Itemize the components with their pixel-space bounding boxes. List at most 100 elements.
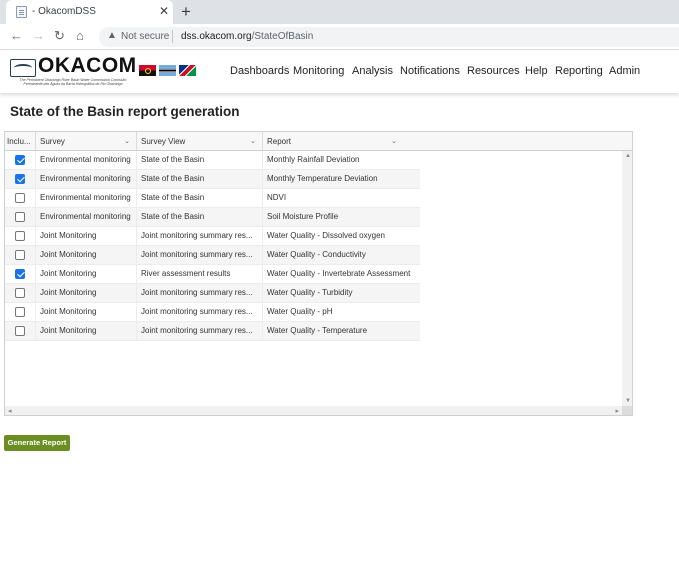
page-favicon-icon: [16, 6, 27, 18]
column-header-report[interactable]: Report ⌄: [263, 132, 403, 151]
column-header-label: Survey: [40, 137, 65, 146]
survey-view-cell: Joint monitoring summary res...: [137, 227, 263, 245]
table-row[interactable]: Environmental monitoring State of the Bas…: [5, 208, 420, 227]
table-row[interactable]: Joint Monitoring Joint monitoring summary…: [5, 284, 420, 303]
nav-help[interactable]: Help: [525, 65, 548, 77]
include-checkbox[interactable]: [15, 231, 25, 241]
grid-header: Inclu... Survey ⌄ Survey View ⌄ Report ⌄: [5, 132, 632, 151]
include-checkbox[interactable]: [15, 250, 25, 260]
angola-flag-icon: [139, 65, 156, 76]
scroll-right-icon[interactable]: ▸: [615, 407, 619, 415]
close-tab-icon[interactable]: ✕: [159, 4, 169, 18]
table-row[interactable]: Joint Monitoring Joint monitoring summary…: [5, 227, 420, 246]
nav-analysis[interactable]: Analysis: [352, 65, 393, 77]
survey-view-cell: State of the Basin: [137, 208, 263, 226]
scrollbar-corner: [622, 406, 632, 415]
report-cell: Monthly Rainfall Deviation: [267, 155, 360, 164]
column-header-include[interactable]: Inclu...: [5, 132, 36, 151]
address-bar[interactable]: ▲ Not secure dss.okacom.org/StateOfBasin: [99, 27, 679, 47]
nav-monitoring[interactable]: Monitoring: [293, 65, 344, 77]
include-cell: [5, 189, 36, 207]
site-header: OKACOM The Permanent Okavango River Basi…: [0, 51, 679, 93]
survey-view-cell: State of the Basin: [137, 189, 263, 207]
include-checkbox[interactable]: [15, 174, 25, 184]
home-icon[interactable]: ⌂: [76, 28, 84, 44]
survey-view-cell: State of the Basin: [137, 151, 263, 169]
include-checkbox[interactable]: [15, 269, 25, 279]
nav-admin[interactable]: Admin: [609, 65, 640, 77]
url-text[interactable]: dss.okacom.org/StateOfBasin: [181, 31, 313, 42]
include-cell: [5, 151, 36, 169]
include-checkbox[interactable]: [15, 212, 25, 222]
report-cell: Water Quality - Turbidity: [267, 288, 353, 297]
include-cell: [5, 227, 36, 245]
page-title: State of the Basin report generation: [10, 104, 240, 119]
scroll-up-icon[interactable]: ▲: [625, 153, 631, 159]
logo-text[interactable]: OKACOM: [38, 54, 137, 78]
survey-cell: Joint Monitoring: [36, 322, 137, 340]
include-cell: [5, 303, 36, 321]
new-tab-icon[interactable]: +: [181, 2, 191, 22]
horizontal-scrollbar[interactable]: ◂ ▸: [5, 406, 622, 415]
column-header-label: Report: [267, 137, 292, 146]
column-header-survey-view[interactable]: Survey View ⌄: [137, 132, 263, 151]
table-row[interactable]: Joint Monitoring River assessment results…: [5, 265, 420, 284]
chevron-down-icon[interactable]: ⌄: [391, 132, 397, 151]
table-row[interactable]: Joint Monitoring Joint monitoring summary…: [5, 322, 420, 341]
include-checkbox[interactable]: [15, 155, 25, 165]
table-row[interactable]: Environmental monitoring State of the Bas…: [5, 151, 420, 170]
namibia-flag-icon: [179, 65, 196, 76]
survey-cell: Environmental monitoring: [36, 189, 137, 207]
table-row[interactable]: Joint Monitoring Joint monitoring summary…: [5, 246, 420, 265]
scroll-left-icon[interactable]: ◂: [8, 407, 12, 415]
report-cell: Water Quality - Dissolved oxygen: [267, 231, 385, 240]
report-cell: Water Quality - Temperature: [267, 326, 368, 335]
nav-resources[interactable]: Resources: [467, 65, 520, 77]
include-cell: [5, 170, 36, 188]
browser-tab[interactable]: - OkacomDSS ✕: [6, 0, 173, 24]
survey-view-cell: Joint monitoring summary res...: [137, 303, 263, 321]
include-checkbox[interactable]: [15, 326, 25, 336]
table-row[interactable]: Environmental monitoring State of the Bas…: [5, 189, 420, 208]
report-cell: Water Quality - pH: [267, 307, 333, 316]
column-header-label: Inclu...: [7, 137, 31, 146]
survey-view-cell: Joint monitoring summary res...: [137, 246, 263, 264]
include-checkbox[interactable]: [15, 193, 25, 203]
okacom-logo-icon[interactable]: [10, 59, 36, 77]
include-cell: [5, 322, 36, 340]
warning-icon[interactable]: ▲: [107, 30, 117, 41]
forward-icon[interactable]: →: [32, 28, 45, 44]
survey-view-cell: Joint monitoring summary res...: [137, 284, 263, 302]
include-checkbox[interactable]: [15, 307, 25, 317]
chevron-down-icon[interactable]: ⌄: [250, 132, 256, 151]
chevron-down-icon[interactable]: ⌄: [124, 132, 130, 151]
report-cell: Water Quality - Conductivity: [267, 250, 366, 259]
grid-body: Environmental monitoring State of the Bas…: [5, 151, 420, 341]
scroll-down-icon[interactable]: ▼: [625, 398, 631, 404]
survey-view-cell: River assessment results: [137, 265, 263, 283]
tab-title: - OkacomDSS: [32, 6, 96, 17]
survey-view-cell: State of the Basin: [137, 170, 263, 188]
botswana-flag-icon: [159, 65, 176, 76]
table-row[interactable]: Joint Monitoring Joint monitoring summary…: [5, 303, 420, 322]
survey-cell: Environmental monitoring: [36, 208, 137, 226]
back-icon[interactable]: ←: [10, 28, 23, 44]
table-row[interactable]: Environmental monitoring State of the Bas…: [5, 170, 420, 189]
survey-cell: Environmental monitoring: [36, 170, 137, 188]
nav-dashboards[interactable]: Dashboards: [230, 65, 289, 77]
column-header-survey[interactable]: Survey ⌄: [36, 132, 137, 151]
survey-cell: Joint Monitoring: [36, 246, 137, 264]
browser-tab-bar: - OkacomDSS ✕ +: [0, 0, 679, 24]
nav-notifications[interactable]: Notifications: [400, 65, 460, 77]
security-label[interactable]: Not secure: [121, 31, 169, 42]
generate-report-button[interactable]: Generate Report: [4, 435, 70, 451]
reload-icon[interactable]: ↻: [54, 28, 65, 44]
report-cell: Water Quality - Invertebrate Assessment: [267, 269, 411, 278]
vertical-scrollbar[interactable]: ▲ ▼: [622, 151, 632, 406]
nav-reporting[interactable]: Reporting: [555, 65, 603, 77]
include-cell: [5, 208, 36, 226]
include-cell: [5, 265, 36, 283]
include-checkbox[interactable]: [15, 288, 25, 298]
survey-cell: Joint Monitoring: [36, 265, 137, 283]
survey-cell: Joint Monitoring: [36, 284, 137, 302]
